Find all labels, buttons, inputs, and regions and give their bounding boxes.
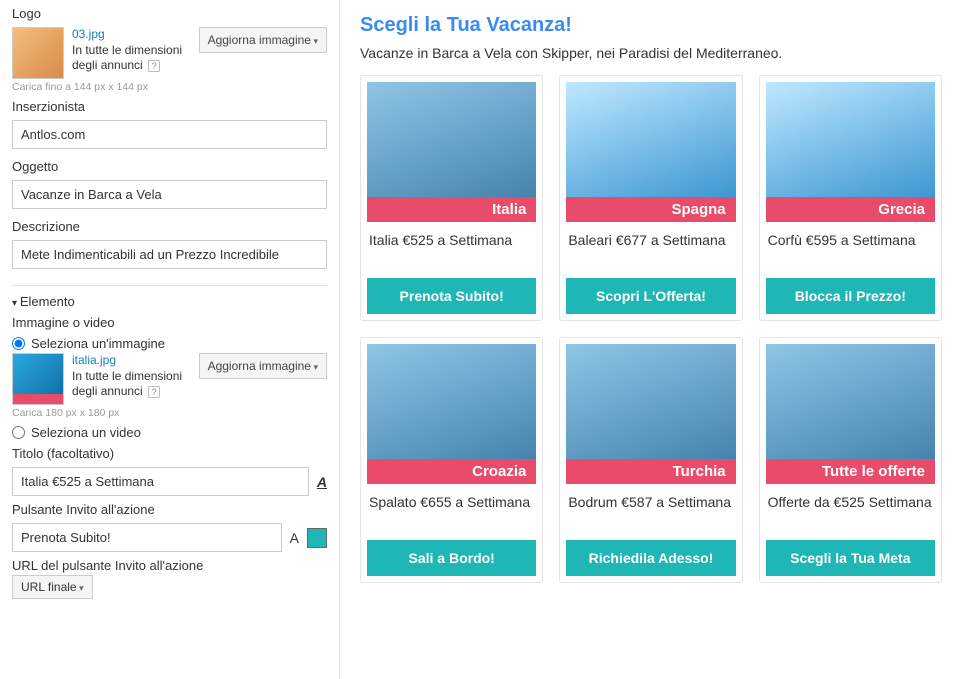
- card-text: Spalato €655 a Settimana: [369, 494, 534, 528]
- element-dims-text: In tutte le dimensioni degli annunci: [72, 369, 182, 399]
- element-hint: Carica 180 px x 180 px: [12, 407, 327, 419]
- radio-select-video[interactable]: Seleziona un video: [12, 425, 327, 440]
- preview-title: Scegli la Tua Vacanza!: [360, 14, 942, 37]
- radio-select-image-input[interactable]: [12, 337, 25, 350]
- logo-hint: Carica fino a 144 px x 144 px: [12, 81, 327, 93]
- font-style-icon[interactable]: A: [317, 474, 327, 490]
- logo-meta: 03.jpg In tutte le dimensioni degli annu…: [72, 27, 191, 74]
- preview-card: Spagna Baleari €677 a Settimana Scopri L'O…: [559, 75, 742, 321]
- card-cta-button[interactable]: Sali a Bordo!: [367, 540, 536, 576]
- card-cta-button[interactable]: Scegli la Tua Meta: [766, 540, 935, 576]
- element-filename: italia.jpg: [72, 353, 191, 369]
- preview-card: Grecia Corfù €595 a Settimana Blocca il Pr…: [759, 75, 942, 321]
- cta-color-swatch[interactable]: [307, 528, 327, 548]
- preview-card: Italia Italia €525 a Settimana Prenota Sub…: [360, 75, 543, 321]
- divider: [12, 285, 327, 286]
- logo-dims-text: In tutte le dimensioni degli annunci: [72, 43, 182, 73]
- preview-cards-grid: Italia Italia €525 a Settimana Prenota Sub…: [360, 75, 942, 583]
- cta-url-label: URL del pulsante Invito all'azione: [12, 558, 327, 573]
- radio-select-image-label: Seleziona un'immagine: [31, 336, 165, 351]
- card-badge: Grecia: [766, 197, 935, 222]
- cta-label: Pulsante Invito all'azione: [12, 502, 327, 517]
- help-icon[interactable]: ?: [148, 60, 160, 72]
- description-label: Descrizione: [12, 219, 327, 234]
- card-badge: Italia: [367, 197, 536, 222]
- preview-card: Tutte le offerte Offerte da €525 Settiman…: [759, 337, 942, 583]
- title-label: Titolo (facoltativo): [12, 446, 327, 461]
- card-text: Bodrum €587 a Settimana: [568, 494, 733, 528]
- card-text: Baleari €677 a Settimana: [568, 232, 733, 266]
- card-badge: Turchia: [566, 459, 735, 484]
- card-image: Grecia: [766, 82, 935, 222]
- subject-label: Oggetto: [12, 159, 327, 174]
- card-image: Spagna: [566, 82, 735, 222]
- card-badge: Croazia: [367, 459, 536, 484]
- card-cta-button[interactable]: Blocca il Prezzo!: [766, 278, 935, 314]
- advertiser-label: Inserzionista: [12, 99, 327, 114]
- card-cta-button[interactable]: Prenota Subito!: [367, 278, 536, 314]
- cta-input[interactable]: [12, 523, 282, 552]
- element-image-row: italia.jpg In tutte le dimensioni degli …: [12, 353, 327, 405]
- subject-input[interactable]: [12, 180, 327, 209]
- logo-label: Logo: [12, 6, 327, 21]
- logo-row: 03.jpg In tutte le dimensioni degli annu…: [12, 27, 327, 79]
- card-image: Italia: [367, 82, 536, 222]
- advertiser-input[interactable]: [12, 120, 327, 149]
- update-logo-button[interactable]: Aggiorna immagine: [199, 27, 327, 53]
- radio-select-video-label: Seleziona un video: [31, 425, 141, 440]
- font-style-letter[interactable]: A: [290, 530, 299, 546]
- preview-card: Turchia Bodrum €587 a Settimana Richiedila…: [559, 337, 742, 583]
- card-cta-button[interactable]: Richiedila Adesso!: [566, 540, 735, 576]
- logo-filename: 03.jpg: [72, 27, 191, 43]
- description-input[interactable]: [12, 240, 327, 269]
- card-image: Croazia: [367, 344, 536, 484]
- preview-card: Croazia Spalato €655 a Settimana Sali a Bo…: [360, 337, 543, 583]
- cta-url-select[interactable]: URL finale: [12, 575, 93, 599]
- card-image: Turchia: [566, 344, 735, 484]
- card-image: Tutte le offerte: [766, 344, 935, 484]
- preview-subtitle: Vacanze in Barca a Vela con Skipper, nei…: [360, 45, 942, 61]
- card-cta-button[interactable]: Scopri L'Offerta!: [566, 278, 735, 314]
- card-text: Corfù €595 a Settimana: [768, 232, 933, 266]
- image-or-video-label: Immagine o video: [12, 315, 327, 330]
- card-text: Offerte da €525 Settimana: [768, 494, 933, 528]
- element-toggle[interactable]: Elemento: [12, 294, 327, 309]
- update-element-image-button[interactable]: Aggiorna immagine: [199, 353, 327, 379]
- card-text: Italia €525 a Settimana: [369, 232, 534, 266]
- element-thumbnail[interactable]: [12, 353, 64, 405]
- element-meta: italia.jpg In tutte le dimensioni degli …: [72, 353, 191, 400]
- radio-select-video-input[interactable]: [12, 426, 25, 439]
- help-icon[interactable]: ?: [148, 386, 160, 398]
- card-badge: Tutte le offerte: [766, 459, 935, 484]
- ad-editor-sidebar: Logo 03.jpg In tutte le dimensioni degli…: [0, 0, 340, 679]
- radio-select-image[interactable]: Seleziona un'immagine: [12, 336, 327, 351]
- title-input[interactable]: [12, 467, 309, 496]
- ad-preview: Scegli la Tua Vacanza! Vacanze in Barca …: [340, 0, 962, 679]
- card-badge: Spagna: [566, 197, 735, 222]
- logo-thumbnail[interactable]: [12, 27, 64, 79]
